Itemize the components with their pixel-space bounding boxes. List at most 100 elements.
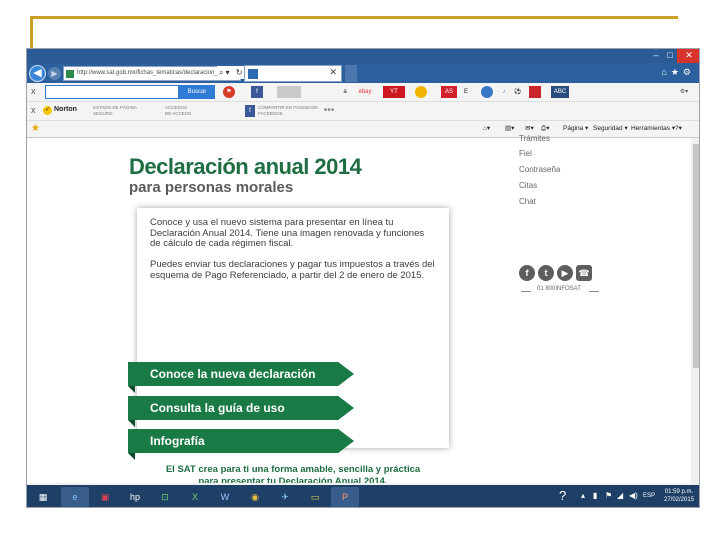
- side-item-citas[interactable]: Citas: [519, 181, 537, 190]
- norton-logo[interactable]: ✓ Norton: [43, 106, 77, 115]
- taskbar-ie-icon[interactable]: e: [61, 487, 89, 507]
- taskbar-chrome-icon[interactable]: ◉: [241, 487, 269, 507]
- browser-window: – □ ✕ ◀ ▶ http://www.sat.gob.mx/fichas_t…: [26, 48, 700, 508]
- home-icon[interactable]: ⌂▾: [483, 124, 490, 132]
- tab-favicon: [248, 69, 258, 79]
- language-indicator[interactable]: ESP: [643, 493, 655, 499]
- new-tab-button[interactable]: [345, 65, 357, 82]
- taskbar-excel-icon[interactable]: X: [181, 487, 209, 507]
- amazon-icon[interactable]: a: [340, 86, 350, 98]
- button-infographic[interactable]: Infografía: [128, 429, 354, 453]
- flag-icon[interactable]: ⚑: [605, 491, 612, 500]
- toolbar-search-input[interactable]: [45, 85, 179, 99]
- page-state-value: SEGURO: [93, 111, 113, 116]
- ebay-icon[interactable]: ebay: [354, 86, 376, 98]
- button-usage-guide[interactable]: Consulta la guía de uso: [128, 396, 354, 420]
- youtube-icon[interactable]: YT: [383, 86, 405, 98]
- close-button[interactable]: ✕: [677, 49, 699, 63]
- access-indicator[interactable]: ACCESOS DE ACCESO: [165, 105, 191, 117]
- intro-paragraph: Conoce y usa el nuevo sistema para prese…: [150, 217, 425, 249]
- minimize-button[interactable]: –: [649, 49, 663, 63]
- clock-date: 27/02/2015: [664, 497, 695, 503]
- print-icon[interactable]: ⎙▾: [541, 124, 549, 133]
- menu-security[interactable]: Seguridad ▾: [593, 124, 628, 132]
- address-bar[interactable]: http://www.sat.gob.mx/fichas_tematicas/d…: [63, 66, 241, 81]
- twitter-social-icon[interactable]: t: [538, 265, 554, 281]
- taskbar-powerpoint-icon[interactable]: P: [331, 487, 359, 507]
- taskbar-store-icon[interactable]: ⊡: [151, 487, 179, 507]
- home-favorites-settings-icons[interactable]: ⌂★⚙: [661, 67, 695, 78]
- taskbar-reader-icon[interactable]: ▣: [91, 487, 119, 507]
- help-tray-icon[interactable]: ?: [559, 488, 566, 503]
- handle-rule-left: [521, 291, 531, 292]
- sports-icon[interactable]: ⚽: [513, 86, 523, 98]
- page-subtitle: para personas morales: [129, 179, 294, 196]
- ribbon-fold: [128, 420, 135, 427]
- music-icon[interactable]: ♪: [499, 86, 509, 98]
- favorites-star-icon[interactable]: ★: [31, 123, 40, 134]
- maximize-button[interactable]: □: [663, 49, 677, 63]
- youtube-social-icon[interactable]: ▶: [557, 265, 573, 281]
- scrollbar-thumb[interactable]: [693, 144, 699, 368]
- page-title: Declaración anual 2014: [129, 154, 362, 179]
- favorites-command-bar: ★ ⌂▾ ▤▾ ✉▾ ⎙▾ Página ▾ Seguridad ▾ Herra…: [27, 121, 699, 138]
- weather-icon[interactable]: [415, 86, 427, 98]
- toolbar-addon-icon[interactable]: ⚑: [223, 86, 235, 98]
- side-item-chat[interactable]: Chat: [519, 197, 536, 206]
- access-value: DE ACCESO: [165, 111, 192, 116]
- ribbon-fold: [128, 386, 135, 393]
- network-icon[interactable]: ◢: [617, 491, 623, 500]
- taskbar-word-icon[interactable]: W: [211, 487, 239, 507]
- abc-news-icon[interactable]: ABC: [551, 86, 569, 98]
- handle-rule-right: [589, 291, 599, 292]
- battery-icon[interactable]: ▮: [593, 491, 597, 500]
- taskbar-app-icon[interactable]: ✈: [271, 487, 299, 507]
- globe-icon[interactable]: [481, 86, 493, 98]
- tagline-line1: El SAT crea para ti una forma amable, se…: [165, 464, 421, 475]
- browser-tab[interactable]: ✕: [244, 65, 342, 82]
- phone-social-icon[interactable]: ☎: [576, 265, 592, 281]
- tab-close-icon[interactable]: ✕: [329, 67, 337, 78]
- help-icon[interactable]: ?▾: [675, 124, 682, 132]
- toolbar-search-button[interactable]: Buscar: [179, 85, 215, 99]
- side-item-fiel[interactable]: Fiel: [519, 149, 532, 158]
- share-facebook[interactable]: COMPARTIR EN FACEBOOK FACEBOOK: [258, 105, 318, 117]
- close-toolbar-icon[interactable]: x: [31, 86, 36, 96]
- page-state-indicator[interactable]: ESTADO DE PÁGINA SEGURO: [93, 105, 137, 117]
- tray-overflow-icon[interactable]: ▴: [581, 491, 585, 500]
- infosat-number: 01 800INFOSAT: [537, 286, 581, 292]
- feeds-icon[interactable]: ▤▾: [505, 124, 514, 132]
- toolbar-blank-slot: [277, 86, 301, 98]
- close-toolbar2-icon[interactable]: x: [31, 105, 36, 115]
- payment-paragraph: Puedes enviar tus declaraciones y pagar …: [150, 259, 435, 281]
- as-news-icon[interactable]: AS: [441, 86, 457, 98]
- facebook-social-icon[interactable]: f: [519, 265, 535, 281]
- facebook-share-icon[interactable]: f: [245, 105, 255, 117]
- el-pais-icon[interactable]: E: [461, 86, 471, 98]
- volume-icon[interactable]: ◀): [629, 491, 638, 500]
- mail-icon[interactable]: ✉▾: [525, 124, 534, 132]
- vertical-scrollbar[interactable]: [691, 138, 699, 483]
- side-item-contrasena[interactable]: Contraseña: [519, 165, 560, 174]
- navigation-bar: ◀ ▶ http://www.sat.gob.mx/fichas_tematic…: [27, 63, 699, 83]
- start-button[interactable]: ▦: [29, 487, 57, 507]
- taskbar: ▦ e ▣ hp ⊡ X W ◉ ✈ ▭ P ? ▴ ▮ ⚑ ◢ ◀) ESP …: [27, 485, 699, 507]
- menu-page[interactable]: Página ▾: [563, 124, 588, 132]
- share-value: FACEBOOK: [258, 111, 283, 116]
- more-dots-icon[interactable]: •••: [319, 105, 339, 117]
- menu-tools[interactable]: Herramientas ▾: [631, 124, 675, 132]
- search-toolbar: x Buscar ⚑ f a ebay YT AS E ♪ ⚽ ABC ⚙▾: [27, 83, 699, 102]
- button-new-declaration[interactable]: Conoce la nueva declaración: [128, 362, 354, 386]
- clock[interactable]: 01:59 p.m. 27/02/2015: [664, 488, 694, 504]
- taskbar-explorer-icon[interactable]: ▭: [301, 487, 329, 507]
- side-item-tramites[interactable]: Trámites: [519, 134, 550, 143]
- shield-icon[interactable]: [529, 86, 541, 98]
- address-tools[interactable]: ⌕▾ ↻: [217, 66, 247, 79]
- facebook-icon[interactable]: f: [251, 86, 263, 98]
- address-url: http://www.sat.gob.mx/fichas_tematicas/d…: [77, 70, 218, 76]
- back-button[interactable]: ◀: [29, 65, 46, 82]
- forward-button[interactable]: ▶: [48, 67, 61, 80]
- norton-check-icon: ✓: [43, 106, 52, 115]
- taskbar-hp-icon[interactable]: hp: [121, 487, 149, 507]
- extras-icon[interactable]: ⚙▾: [677, 86, 691, 98]
